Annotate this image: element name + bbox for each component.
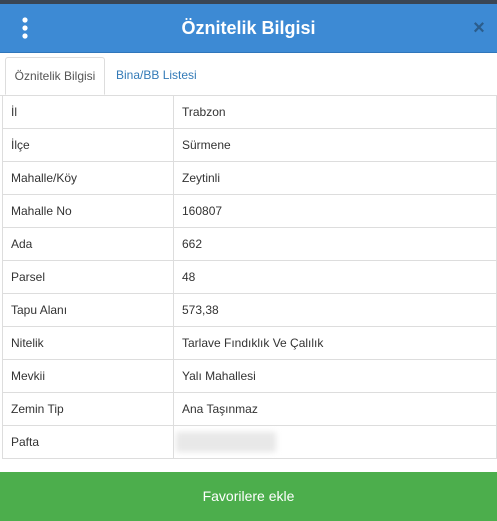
redacted-value-blur (176, 432, 276, 452)
attribute-key: Nitelik (2, 326, 174, 360)
attribute-value-redacted (173, 425, 497, 459)
attribute-key: Mahalle/Köy (2, 161, 174, 195)
table-row: İlçe Sürmene (2, 128, 497, 162)
attribute-key: Zemin Tip (2, 392, 174, 426)
table-row: Mahalle/Köy Zeytinli (2, 161, 497, 195)
table-row: Pafta (2, 425, 497, 459)
table-row: Parsel 48 (2, 260, 497, 294)
table-row: Mahalle No 160807 (2, 194, 497, 228)
page-title: Öznitelik Bilgisi (181, 18, 316, 38)
attribute-key: Pafta (2, 425, 174, 459)
tab-building-list[interactable]: Bina/BB Listesi (106, 57, 207, 94)
table-row: Mevkii Yalı Mahallesi (2, 359, 497, 393)
table-row: Zemin Tip Ana Taşınmaz (2, 392, 497, 426)
attribute-value: Ana Taşınmaz (173, 392, 497, 426)
tab-attribute-info[interactable]: Öznitelik Bilgisi (5, 57, 105, 95)
table-row: Nitelik Tarlave Fındıklık Ve Çalılık (2, 326, 497, 360)
attribute-key: Mahalle No (2, 194, 174, 228)
attribute-key: Tapu Alanı (2, 293, 174, 327)
attribute-value: Yalı Mahallesi (173, 359, 497, 393)
attribute-table-container: İl Trabzon İlçe Sürmene Mahalle/Köy Zeyt… (2, 95, 497, 459)
attribute-info-window: Öznitelik Bilgisi × Öznitelik Bilgisi Bi… (0, 0, 497, 521)
attribute-key: Ada (2, 227, 174, 261)
header-bar: Öznitelik Bilgisi × (0, 4, 497, 53)
close-icon[interactable]: × (471, 18, 487, 38)
table-row: İl Trabzon (2, 95, 497, 129)
attribute-value: Zeytinli (173, 161, 497, 195)
attribute-value: Trabzon (173, 95, 497, 129)
attribute-table: İl Trabzon İlçe Sürmene Mahalle/Köy Zeyt… (2, 95, 497, 459)
table-row: Ada 662 (2, 227, 497, 261)
tab-bar: Öznitelik Bilgisi Bina/BB Listesi (0, 53, 497, 96)
add-to-favorites-button[interactable]: Favorilere ekle (0, 472, 497, 521)
attribute-value: 48 (173, 260, 497, 294)
attribute-key: İl (2, 95, 174, 129)
attribute-value: 573,38 (173, 293, 497, 327)
attribute-value: Tarlave Fındıklık Ve Çalılık (173, 326, 497, 360)
attribute-key: Parsel (2, 260, 174, 294)
attribute-value: 662 (173, 227, 497, 261)
attribute-key: Mevkii (2, 359, 174, 393)
attribute-key: İlçe (2, 128, 174, 162)
attribute-value: Sürmene (173, 128, 497, 162)
attribute-value: 160807 (173, 194, 497, 228)
table-row: Tapu Alanı 573,38 (2, 293, 497, 327)
